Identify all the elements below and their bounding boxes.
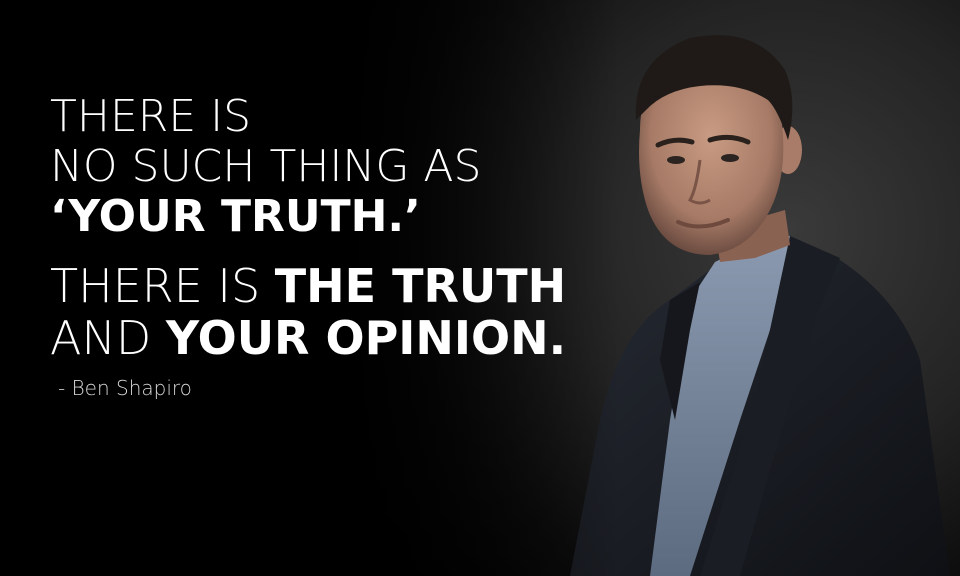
quote-line-4-bold: THE TRUTH xyxy=(274,259,567,313)
quote-line-4: THERE IS THE TRUTH xyxy=(50,260,566,312)
quote-line-4-thin: THERE IS xyxy=(50,259,275,313)
quote-line-5-thin: AND xyxy=(50,311,166,365)
attribution: - Ben Shapiro xyxy=(58,376,192,400)
quote-text: THERE IS NO SUCH THING AS ‘YOUR TRUTH.’ … xyxy=(50,91,566,365)
quote-line-2: NO SUCH THING AS xyxy=(50,141,482,192)
quote-image: THERE IS NO SUCH THING AS ‘YOUR TRUTH.’ … xyxy=(0,0,960,576)
quote-line-5: AND YOUR OPINION. xyxy=(50,312,566,364)
quote-line-3: ‘YOUR TRUTH.’ xyxy=(50,191,421,242)
quote-line-1: THERE IS xyxy=(50,91,252,142)
quote-line-5-bold: YOUR OPINION. xyxy=(165,311,567,365)
